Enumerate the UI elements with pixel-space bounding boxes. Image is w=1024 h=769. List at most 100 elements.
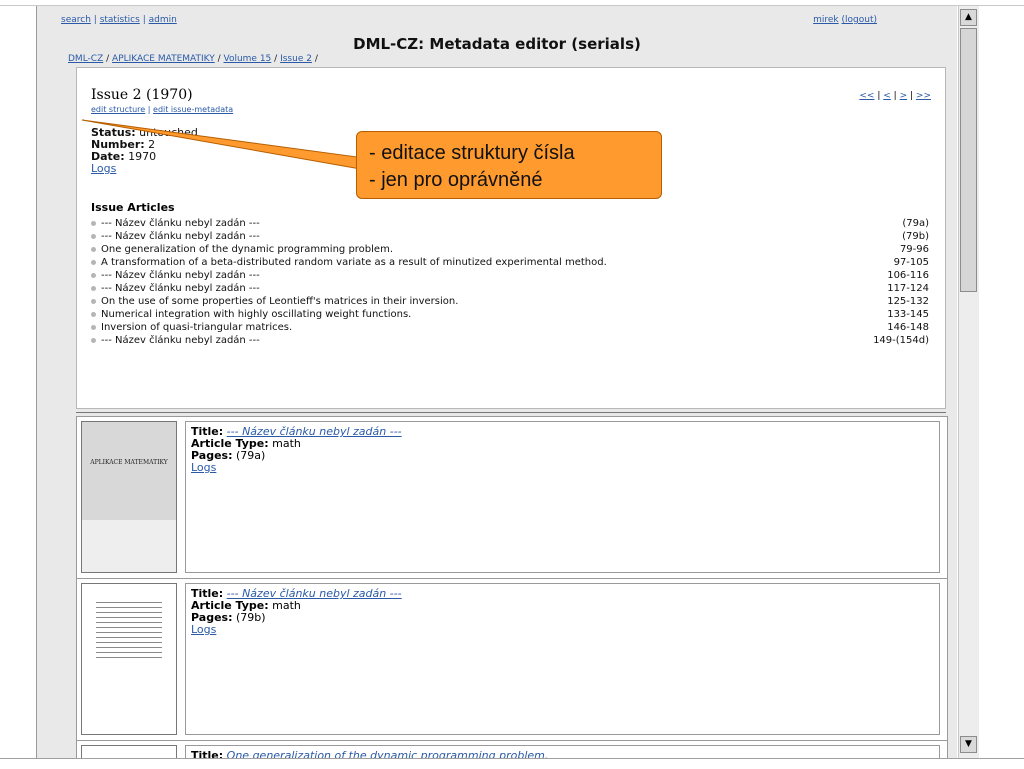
article-title: --- Název článku nebyl zadán --- (101, 218, 260, 229)
callout-line-2: - jen pro oprávněné (369, 169, 543, 191)
browser-window: search | statistics | admin mirek (logou… (0, 0, 1024, 769)
breadcrumb-dml-cz[interactable]: DML-CZ (68, 54, 103, 64)
issue-actions: edit structure | edit issue-metadata (91, 105, 233, 114)
article-card: APLIKACE MATEMATIKY Title: --- Název člá… (76, 416, 948, 580)
breadcrumb-volume[interactable]: Volume 15 (224, 54, 272, 64)
issue-logs-link[interactable]: Logs (91, 162, 116, 175)
article-type-value: math (272, 599, 301, 612)
page-viewport: search | statistics | admin mirek (logou… (36, 6, 957, 758)
article-pages: 149-(154d) (873, 335, 929, 346)
article-thumbnail[interactable] (81, 745, 177, 758)
section-divider (76, 412, 946, 413)
issue-articles-list: --- Název článku nebyl zadán --- (79a) --… (91, 217, 929, 347)
article-item[interactable]: --- Název článku nebyl zadán --- 117-124 (91, 282, 929, 295)
annotation-callout: - editace struktury čísla - jen pro oprá… (356, 131, 662, 199)
article-title: --- Název článku nebyl zadán --- (101, 270, 260, 281)
article-item[interactable]: Numerical integration with highly oscill… (91, 308, 929, 321)
article-item[interactable]: On the use of some properties of Leontie… (91, 295, 929, 308)
article-pages: 125-132 (887, 296, 929, 307)
pager-prev-link[interactable]: < (883, 91, 891, 101)
article-info: Title: --- Název článku nebyl zadán --- … (185, 421, 940, 573)
article-title: Numerical integration with highly oscill… (101, 309, 412, 320)
edit-structure-link[interactable]: edit structure (91, 105, 145, 114)
username-link[interactable]: mirek (813, 15, 839, 25)
article-pages: 133-145 (887, 309, 929, 320)
article-title: A transformation of a beta-distributed r… (101, 257, 607, 268)
article-item[interactable]: Inversion of quasi-triangular matrices. 1… (91, 321, 929, 334)
article-pages: 146-148 (887, 322, 929, 333)
bullet-icon (91, 285, 96, 291)
pages-value: (79b) (235, 611, 266, 624)
issue-articles-heading: Issue Articles (91, 201, 175, 214)
bullet-icon (91, 298, 96, 304)
article-card: Title: One generalization of the dynamic… (76, 740, 948, 758)
article-pages: 79-96 (899, 244, 929, 255)
article-pages: 117-124 (887, 283, 929, 294)
bullet-icon (91, 246, 96, 252)
article-pages: (79b) (902, 231, 929, 242)
article-type-value: math (272, 437, 301, 450)
article-pages: 106-116 (887, 270, 929, 281)
article-title: --- Název článku nebyl zadán --- (101, 335, 260, 346)
bullet-icon (91, 311, 96, 317)
nav-search-link[interactable]: search (61, 15, 91, 25)
thumbnail-text-lines (82, 584, 176, 658)
pager-next-link[interactable]: > (900, 91, 908, 101)
issue-pager: << | < | > | >> (859, 91, 931, 101)
scroll-down-arrow-icon[interactable]: ▼ (960, 736, 977, 753)
issue-details: Status: untouched Number: 2 Date: 1970 L… (91, 127, 198, 175)
pages-value: (79a) (235, 449, 266, 462)
bullet-icon (91, 324, 96, 330)
cover-top (82, 422, 176, 520)
article-item[interactable]: --- Název článku nebyl zadán --- (79b) (91, 230, 929, 243)
cover-bottom (82, 520, 176, 572)
article-title: --- Název článku nebyl zadán --- (101, 231, 260, 242)
top-navigation: search | statistics | admin (61, 15, 177, 25)
page-title: DML-CZ: Metadata editor (serials) (353, 35, 641, 53)
scrollbar-thumb[interactable] (960, 28, 977, 292)
article-card: Title: --- Název článku nebyl zadán --- … (76, 578, 948, 742)
article-pages: 97-105 (893, 257, 929, 268)
article-info: Title: One generalization of the dynamic… (185, 745, 940, 758)
breadcrumb-issue[interactable]: Issue 2 (280, 54, 312, 64)
article-title-link[interactable]: One generalization of the dynamic progra… (227, 749, 549, 759)
thumbnail-journal-title: APLIKACE MATEMATIKY (90, 459, 168, 466)
article-logs-link[interactable]: Logs (191, 461, 216, 474)
nav-statistics-link[interactable]: statistics (100, 15, 140, 25)
date-value: 1970 (128, 150, 157, 163)
nav-admin-link[interactable]: admin (149, 15, 177, 25)
article-title: --- Název článku nebyl zadán --- (101, 283, 260, 294)
scroll-up-arrow-icon[interactable]: ▲ (960, 9, 977, 26)
bullet-icon (91, 272, 96, 278)
article-item[interactable]: One generalization of the dynamic progra… (91, 243, 929, 256)
article-logs-link[interactable]: Logs (191, 623, 216, 636)
pager-last-link[interactable]: >> (916, 91, 931, 101)
window-bottom-edge (0, 758, 1024, 769)
article-item[interactable]: --- Název článku nebyl zadán --- 149-(154… (91, 334, 929, 347)
bullet-icon (91, 259, 96, 265)
bullet-icon (91, 220, 96, 226)
logout-link[interactable]: (logout) (842, 15, 877, 25)
bullet-icon (91, 233, 96, 239)
vertical-scrollbar[interactable]: ▲ ▼ (958, 6, 979, 758)
article-item[interactable]: A transformation of a beta-distributed r… (91, 256, 929, 269)
breadcrumb-separator: / (314, 54, 318, 64)
issue-panel: Issue 2 (1970) edit structure | edit iss… (76, 67, 946, 409)
article-info: Title: --- Název článku nebyl zadán --- … (185, 583, 940, 735)
breadcrumb: DML-CZ / APLIKACE MATEMATIKY / Volume 15… (68, 54, 318, 64)
article-title: Inversion of quasi-triangular matrices. (101, 322, 293, 333)
article-item[interactable]: --- Název článku nebyl zadán --- (79a) (91, 217, 929, 230)
callout-line-1: - editace struktury čísla (369, 142, 575, 164)
pager-first-link[interactable]: << (859, 91, 874, 101)
article-thumbnail[interactable] (81, 583, 177, 735)
edit-issue-metadata-link[interactable]: edit issue-metadata (153, 105, 233, 114)
bullet-icon (91, 337, 96, 343)
breadcrumb-journal[interactable]: APLIKACE MATEMATIKY (112, 54, 215, 64)
article-pages: (79a) (902, 218, 929, 229)
article-thumbnail[interactable]: APLIKACE MATEMATIKY (81, 421, 177, 573)
user-area: mirek (logout) (813, 15, 877, 25)
article-item[interactable]: --- Název článku nebyl zadán --- 106-116 (91, 269, 929, 282)
title-label: Title: (191, 749, 224, 759)
article-title: On the use of some properties of Leontie… (101, 296, 459, 307)
issue-title: Issue 2 (1970) (91, 87, 193, 103)
